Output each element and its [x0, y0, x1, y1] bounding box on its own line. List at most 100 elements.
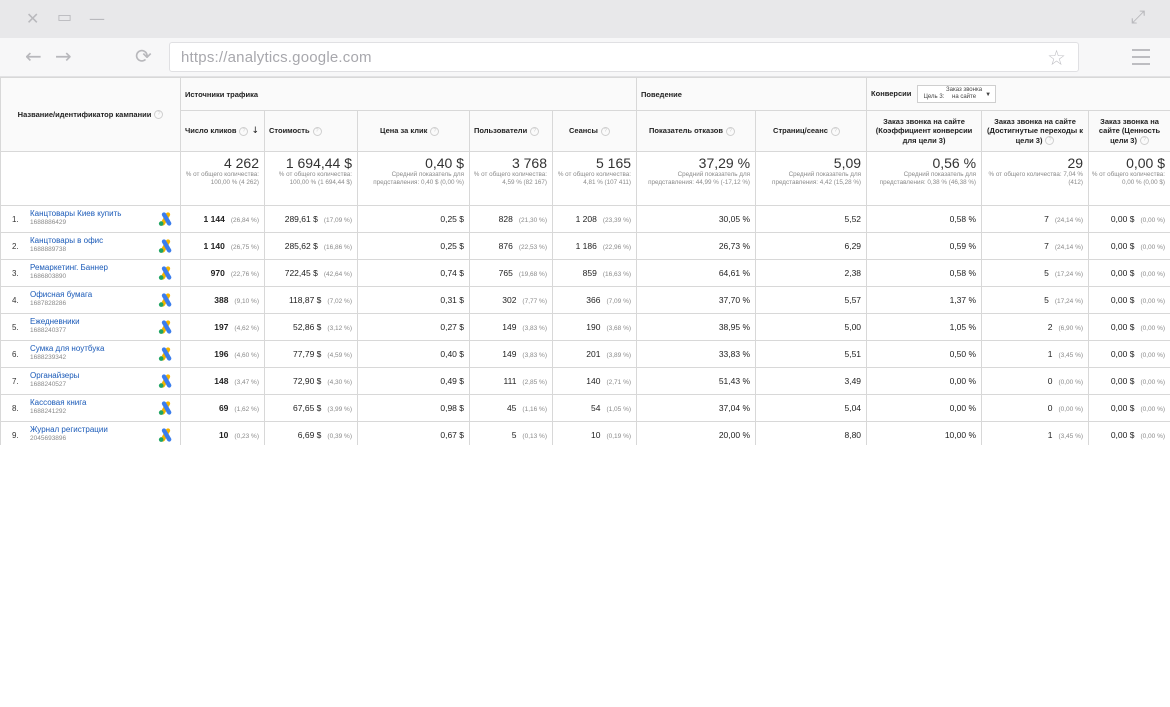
pages-cell: 6,29	[755, 232, 868, 260]
clicks-cell: 197 (4,62 %)	[180, 313, 265, 341]
reload-icon[interactable]: ⟳	[135, 46, 152, 66]
help-icon[interactable]: ?	[312, 126, 322, 136]
conv-rate-cell: 0,00 %	[866, 394, 983, 422]
cpc-value: 0,25 $	[440, 214, 464, 224]
maximize-window-icon[interactable]: ▭	[57, 8, 72, 26]
campaign-link[interactable]: Органайзеры	[30, 371, 79, 381]
sessions-percent: (3,89 %)	[606, 352, 632, 359]
table-row[interactable]: 9. Журнал регистрации 2045693896 10 (0,23…	[0, 421, 1170, 445]
hamburger-menu-icon[interactable]	[1132, 49, 1150, 70]
url-input[interactable]: https://analytics.google.com ☆	[169, 42, 1079, 72]
campaign-link[interactable]: Кассовая книга	[30, 398, 86, 408]
clicks-cell: 10 (0,23 %)	[180, 421, 265, 445]
pages-cell: 2,38	[755, 259, 868, 287]
goal-value-cell: 0,00 $ (0,00 %)	[1088, 286, 1170, 314]
conv-rate-header[interactable]: Заказ звонка на сайте (Коэффициент конве…	[866, 110, 983, 152]
browser-chrome: ✕ ▭ — ⤢ ← → ⟳ https://analytics.google.c…	[0, 0, 1170, 77]
table-row[interactable]: 8. Кассовая книга 1688241292 69 (1,62 %) …	[0, 394, 1170, 422]
cpc-header[interactable]: Цена за клик?	[357, 110, 470, 152]
help-icon[interactable]: ?	[725, 126, 735, 136]
sessions-percent: (3,68 %)	[606, 325, 632, 332]
bounce-cell: 37,04 %	[636, 394, 757, 422]
help-icon[interactable]: ?	[600, 126, 610, 136]
help-icon[interactable]: ?	[830, 126, 840, 136]
total-value: 37,29 %	[698, 155, 751, 171]
pages-value: 5,51	[844, 349, 862, 359]
campaign-link[interactable]: Канцтовары Киев купить	[30, 209, 121, 219]
goal-name-line1: Заказ звонка	[946, 87, 983, 93]
users-cell: 302 (7,77 %)	[469, 286, 553, 314]
sessions-percent: (16,63 %)	[602, 271, 632, 278]
sessions-header[interactable]: Сеансы?	[551, 110, 638, 152]
users-cell: 111 (2,85 %)	[469, 367, 553, 395]
campaign-id: 1688886429	[30, 219, 67, 226]
google-ads-icon	[158, 347, 172, 361]
goal-value-header[interactable]: Заказ звонка на сайте (Ценность цели 3)?	[1088, 110, 1170, 152]
table-row[interactable]: 5. Ежедневники 1688240377 197 (4,62 %) 52…	[0, 313, 1170, 341]
goal-value: 0,00 $	[1110, 241, 1135, 251]
help-icon[interactable]: ?	[530, 126, 540, 136]
goal-select[interactable]: Цель 3: Заказ звонка на сайте ▼	[917, 85, 997, 103]
conv-rate-value: 1,37 %	[949, 295, 977, 305]
help-icon[interactable]: ?	[1139, 136, 1149, 146]
forward-icon[interactable]: →	[55, 46, 72, 66]
table-row[interactable]: 1. Канцтовары Киев купить 1688886429 1 1…	[0, 205, 1170, 233]
users-header[interactable]: Пользователи?	[469, 110, 553, 152]
help-icon[interactable]: ?	[430, 126, 440, 136]
goal-value-percent: (0,00 %)	[1140, 244, 1166, 251]
bookmark-star-icon[interactable]: ☆	[1047, 46, 1066, 70]
row-index: 4.	[12, 296, 19, 305]
goal-value-cell: 0,00 $ (0,00 %)	[1088, 421, 1170, 445]
close-window-icon[interactable]: ✕	[26, 10, 39, 28]
campaign-link[interactable]: Ежедневники	[30, 317, 80, 327]
sessions-cell: 140 (2,71 %)	[551, 367, 638, 395]
campaign-link[interactable]: Офисная бумага	[30, 290, 92, 300]
pages-value: 5,52	[844, 214, 862, 224]
google-ads-icon	[158, 239, 172, 253]
campaign-link[interactable]: Сумка для ноутбука	[30, 344, 104, 354]
clicks-value: 197	[214, 322, 229, 332]
users-label: Пользователи	[474, 126, 528, 136]
pages-header[interactable]: Страниц/сеанс?	[755, 110, 868, 152]
conversions-label: Конверсии	[871, 88, 912, 98]
goal-value-percent: (0,00 %)	[1140, 433, 1166, 440]
help-icon[interactable]: ?	[1045, 136, 1055, 146]
completions-value: 5	[1044, 295, 1049, 305]
row-index: 8.	[12, 404, 19, 413]
goal-value: 0,00 $	[1110, 322, 1135, 332]
total-value: 0,56 %	[932, 155, 977, 171]
total-note: % от общего количества: 4,59 % (82 167)	[473, 171, 547, 186]
pages-cell: 3,49	[755, 367, 868, 395]
pages-value: 5,04	[844, 403, 862, 413]
help-icon[interactable]: ?	[239, 126, 249, 136]
campaign-link[interactable]: Журнал регистрации	[30, 425, 108, 435]
address-bar-area: ← → ⟳ https://analytics.google.com ☆	[0, 38, 1170, 77]
back-icon[interactable]: ←	[25, 46, 42, 66]
clicks-header[interactable]: Число кликов? ↓	[180, 110, 265, 152]
fullscreen-icon[interactable]: ⤢	[1131, 9, 1145, 27]
bounce-cell: 20,00 %	[636, 421, 757, 445]
help-icon[interactable]: ?	[154, 110, 164, 120]
total-completions: 29% от общего количества: 7,04 % (412)	[981, 151, 1090, 206]
title-bar: ✕ ▭ — ⤢	[0, 0, 1170, 38]
completions-header[interactable]: Заказ звонка на сайте (Достигнутые перех…	[981, 110, 1090, 152]
table-row[interactable]: 2. Канцтовары в офис 1688889738 1 140 (26…	[0, 232, 1170, 260]
table-row[interactable]: 6. Сумка для ноутбука 1688239342 196 (4,6…	[0, 340, 1170, 368]
completions-percent: (3,45 %)	[1058, 352, 1084, 359]
sessions-value: 366	[586, 295, 601, 305]
campaign-column-header[interactable]: Название/идентификатор кампании?	[0, 77, 181, 152]
table-row[interactable]: 3. Ремаркетинг. Баннер 1686803890 970 (22…	[0, 259, 1170, 287]
google-ads-icon	[158, 266, 172, 280]
table-row[interactable]: 4. Офисная бумага 1687828286 388 (9,10 %)…	[0, 286, 1170, 314]
table-row[interactable]: 7. Органайзеры 1688240527 148 (3,47 %) 72…	[0, 367, 1170, 395]
cost-header[interactable]: Стоимость?	[264, 110, 358, 152]
pages-value: 6,29	[844, 241, 862, 251]
google-ads-icon	[158, 212, 172, 226]
campaign-cell: 3. Ремаркетинг. Баннер 1686803890	[0, 259, 181, 287]
campaign-link[interactable]: Ремаркетинг. Баннер	[30, 263, 108, 273]
cost-cell: 52,86 $ (3,12 %)	[264, 313, 358, 341]
campaign-link[interactable]: Канцтовары в офис	[30, 236, 103, 246]
minimize-window-icon[interactable]: —	[89, 10, 105, 28]
bounce-header[interactable]: Показатель отказов?	[636, 110, 757, 152]
sort-desc-icon[interactable]: ↓	[251, 126, 259, 136]
